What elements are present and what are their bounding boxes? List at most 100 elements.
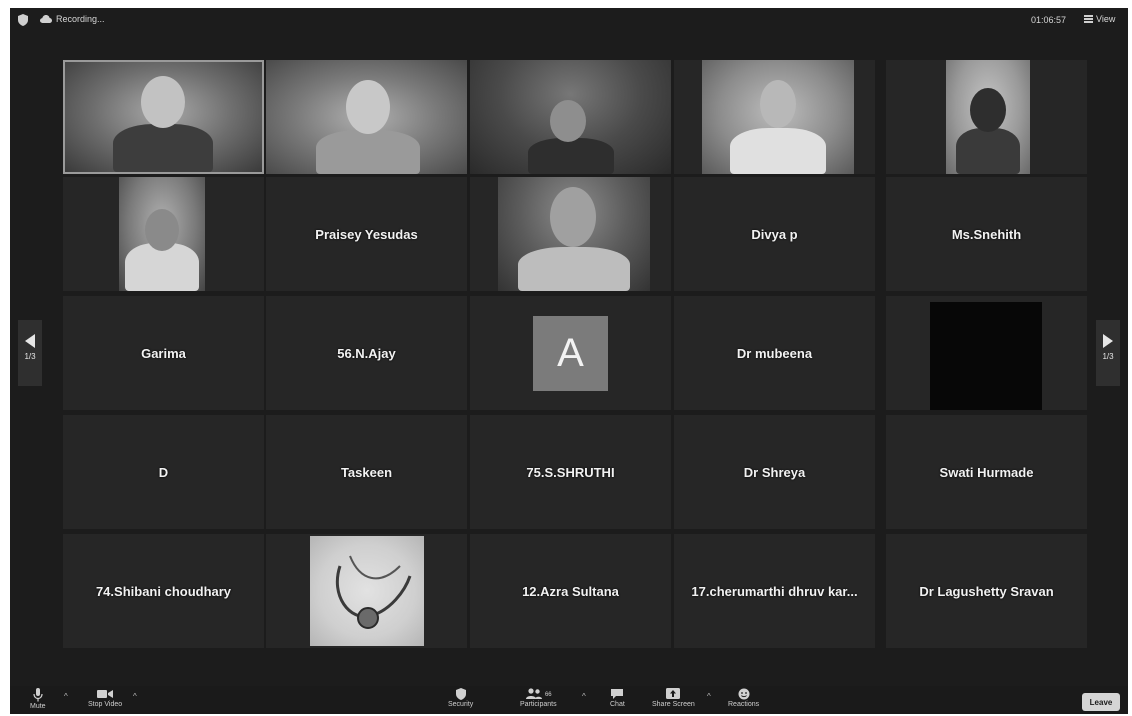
participant-name: Praisey Yesudas <box>315 226 418 242</box>
security-button[interactable]: Security <box>448 688 473 708</box>
participant-tile[interactable]: A <box>470 296 671 410</box>
participant-video-tile[interactable] <box>886 296 1087 410</box>
participant-name: Ms.Snehith <box>951 226 1022 242</box>
participant-video-tile[interactable] <box>63 60 264 174</box>
audio-options-caret[interactable]: ^ <box>64 692 68 701</box>
participant-name: 56.N.Ajay <box>337 345 396 361</box>
participant-face <box>346 80 390 134</box>
participant-name: Garima <box>141 345 186 361</box>
participant-tile[interactable]: Garima <box>63 296 264 410</box>
stop-video-button[interactable]: Stop Video <box>88 688 122 708</box>
participant-video-tile[interactable] <box>266 534 467 648</box>
reactions-button[interactable]: Reactions <box>728 688 759 708</box>
participant-name: D <box>158 464 169 480</box>
participant-tile[interactable]: Dr Lagushetty Sravan <box>886 534 1087 648</box>
profile-picture <box>310 536 424 646</box>
participant-video-tile[interactable] <box>63 177 264 291</box>
participant-video-tile[interactable] <box>886 60 1087 174</box>
next-page-button[interactable]: 1/3 <box>1096 320 1120 386</box>
page-indicator: 1/3 <box>1102 352 1114 361</box>
participant-face <box>141 76 185 128</box>
participant-figure <box>113 124 213 172</box>
participant-grid: Praisey Yesudas Divya p Ms.Snehith Garim… <box>10 8 1128 714</box>
participant-face <box>550 187 596 247</box>
arrow-right-icon <box>1103 334 1113 348</box>
participant-figure <box>956 128 1020 174</box>
chat-bubble-icon <box>611 689 624 699</box>
page-indicator: 1/3 <box>24 352 36 361</box>
participant-video <box>470 60 671 174</box>
participant-tile[interactable]: Praisey Yesudas <box>266 177 467 291</box>
participants-label: Participants <box>520 701 557 708</box>
participant-tile[interactable]: Swati Hurmade <box>886 415 1087 529</box>
participant-face <box>760 80 796 128</box>
participant-name: Divya p <box>751 226 798 242</box>
participant-tile[interactable]: Dr mubeena <box>674 296 875 410</box>
participant-figure <box>528 138 614 174</box>
participants-options-caret[interactable]: ^ <box>582 692 586 701</box>
participant-video <box>702 60 854 174</box>
participants-count: 66 <box>544 691 552 698</box>
participant-video <box>119 177 205 291</box>
video-camera-icon <box>97 690 114 698</box>
participant-tile[interactable]: 56.N.Ajay <box>266 296 467 410</box>
participant-figure <box>730 128 826 174</box>
share-screen-icon <box>666 688 681 699</box>
participant-name: Dr mubeena <box>736 345 813 361</box>
share-options-caret[interactable]: ^ <box>707 692 711 701</box>
chat-button[interactable]: Chat <box>610 688 625 708</box>
participant-video-tile[interactable] <box>266 60 467 174</box>
participant-tile[interactable]: 12.Azra Sultana <box>470 534 671 648</box>
participant-video-tile[interactable] <box>674 60 875 174</box>
participant-video <box>266 60 467 174</box>
participant-figure <box>316 130 420 174</box>
participant-tile[interactable]: Divya p <box>674 177 875 291</box>
avatar: A <box>533 315 608 391</box>
participant-name: Dr Shreya <box>743 464 806 480</box>
chat-label: Chat <box>610 701 625 708</box>
previous-page-button[interactable]: 1/3 <box>18 320 42 386</box>
stethoscope-icon <box>335 555 412 629</box>
participant-tile[interactable]: 75.S.SHRUTHI <box>470 415 671 529</box>
participant-name: Swati Hurmade <box>939 464 1034 480</box>
participant-tile[interactable]: D <box>63 415 264 529</box>
participant-name: 75.S.SHRUTHI <box>526 464 615 480</box>
participant-name: 12.Azra Sultana <box>522 583 619 599</box>
stop-video-label: Stop Video <box>88 701 123 708</box>
reactions-label: Reactions <box>728 701 760 708</box>
mute-label: Mute <box>30 703 46 710</box>
participant-tile[interactable]: Dr Shreya <box>674 415 875 529</box>
share-screen-button[interactable]: Share Screen <box>652 688 695 708</box>
meeting-toolbar: Mute ^ Stop Video ^ Security 66 Particip… <box>10 686 1128 714</box>
participant-face <box>970 88 1006 132</box>
emoji-icon <box>738 688 750 700</box>
participant-name: 74.Shibani choudhary <box>95 583 232 599</box>
participant-video <box>65 62 262 172</box>
share-screen-label: Share Screen <box>652 701 695 708</box>
participant-face <box>145 209 179 251</box>
participants-icon <box>525 688 542 699</box>
participant-name: Taskeen <box>340 464 393 480</box>
participant-video-tile[interactable] <box>470 60 671 174</box>
participant-name: 17.cherumarthi dhruv kar... <box>691 583 858 599</box>
shield-icon <box>455 688 466 700</box>
participants-button[interactable]: 66 Participants <box>520 688 557 708</box>
mute-button[interactable]: Mute <box>30 688 46 710</box>
participant-video-tile[interactable] <box>470 177 671 291</box>
participant-name: Dr Lagushetty Sravan <box>919 583 1054 599</box>
meeting-window: Recording... 01:06:57 View Praisey Yesud… <box>10 8 1128 714</box>
participants-icon-group: 66 <box>525 688 552 701</box>
participant-face <box>550 100 586 142</box>
participant-tile[interactable]: Ms.Snehith <box>886 177 1087 291</box>
arrow-left-icon <box>25 334 35 348</box>
participant-tile[interactable]: 17.cherumarthi dhruv kar... <box>674 534 875 648</box>
leave-button[interactable]: Leave <box>1082 693 1120 711</box>
participant-tile[interactable]: 74.Shibani choudhary <box>63 534 264 648</box>
participant-video <box>946 60 1030 174</box>
participant-figure <box>518 247 630 291</box>
participant-video <box>498 177 650 291</box>
participant-video <box>930 302 1042 410</box>
video-options-caret[interactable]: ^ <box>133 692 137 701</box>
participant-tile[interactable]: Taskeen <box>266 415 467 529</box>
security-label: Security <box>448 701 474 708</box>
